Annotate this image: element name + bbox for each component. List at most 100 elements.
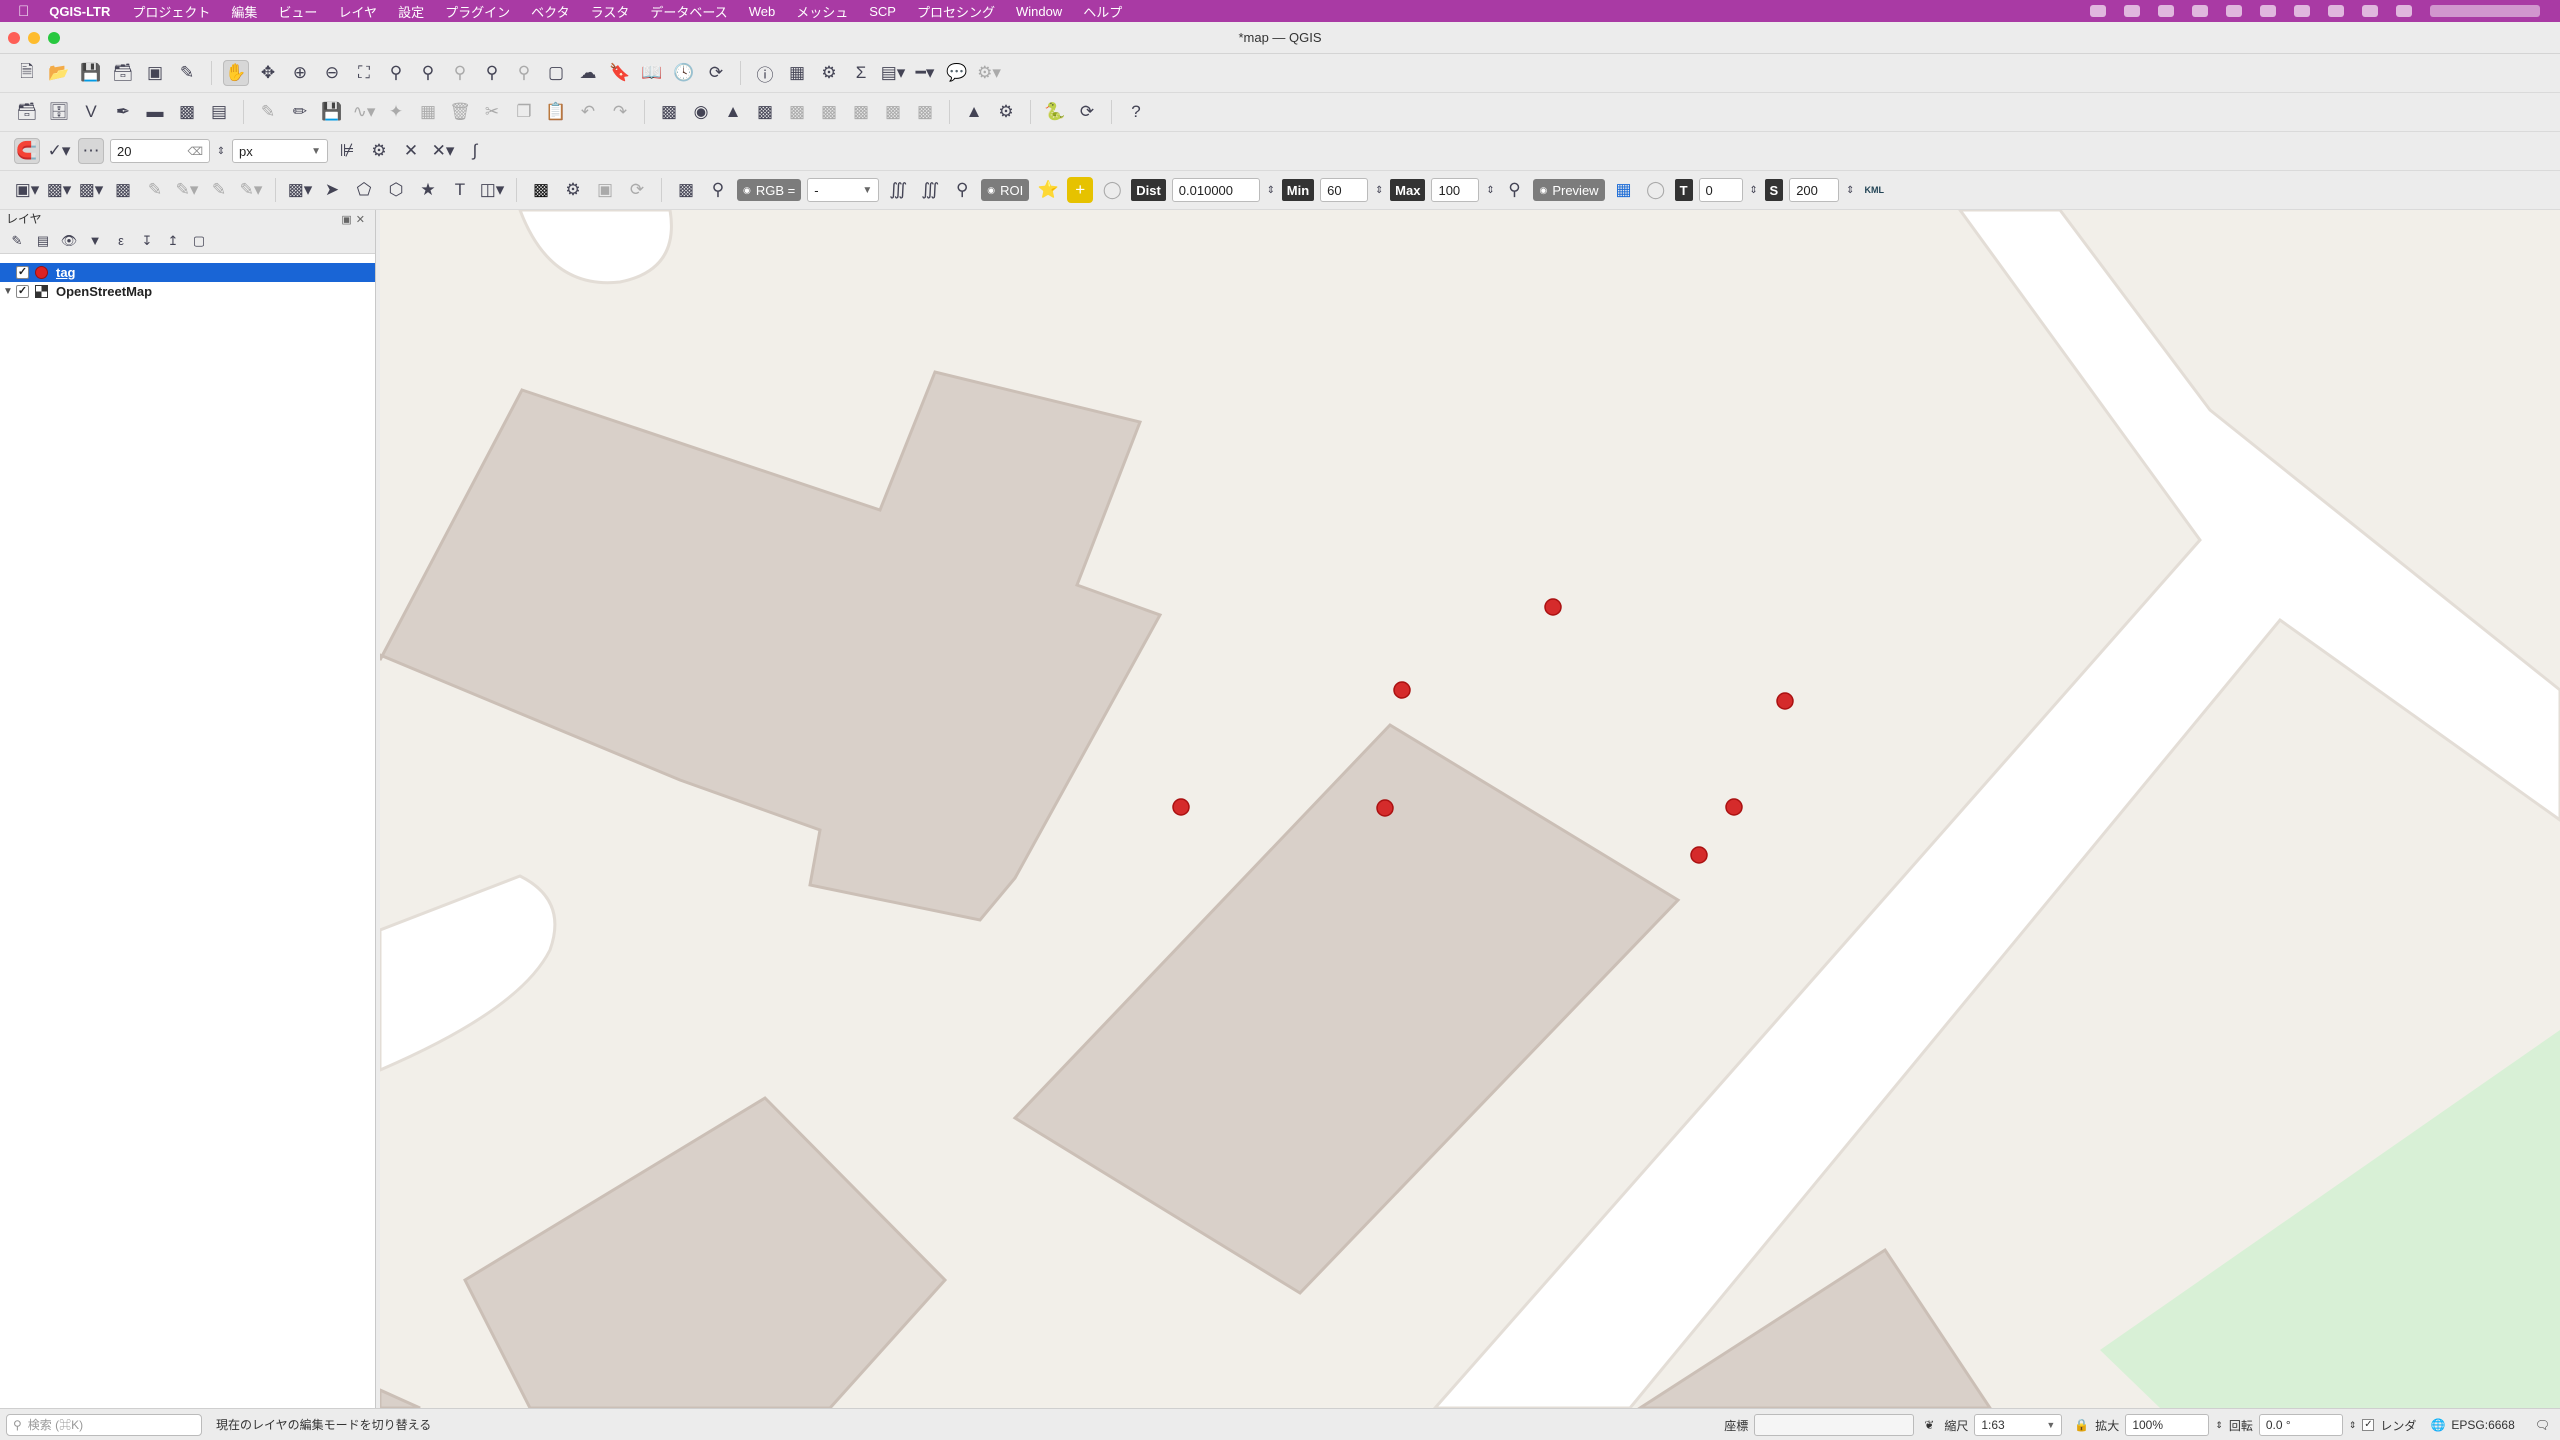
snapping-mode-icon[interactable]: ✓▾ xyxy=(46,138,72,164)
locator-search-input[interactable]: ⚲ 検索 (⌘K) xyxy=(6,1413,202,1436)
magnifier-field[interactable]: 100% xyxy=(2125,1414,2210,1436)
menu-edit[interactable]: 編集 xyxy=(231,2,257,21)
tolerance-unit-select[interactable]: px ▼ xyxy=(232,139,328,163)
copy-features-icon[interactable]: ❐ xyxy=(511,99,537,125)
zoom-next-icon[interactable]: ⚲ xyxy=(511,60,537,86)
new-shapefile-icon[interactable]: V xyxy=(78,99,104,125)
data-source-manager-icon[interactable]: 🗃 xyxy=(14,99,40,125)
tolerance-input[interactable]: 20 ⌫ xyxy=(110,139,210,163)
zoom-in-icon[interactable]: ⊕ xyxy=(287,60,313,86)
label-options-icon[interactable]: ▩ xyxy=(912,99,938,125)
annotation-text-icon[interactable]: T xyxy=(447,177,473,203)
menu-database[interactable]: データベース xyxy=(650,2,727,21)
processing-options-icon[interactable]: ⚙▾ xyxy=(976,60,1002,86)
temporal-controller-icon[interactable]: 🕓 xyxy=(671,60,697,86)
pin-labels-icon[interactable]: ▲ xyxy=(720,99,746,125)
self-snapping-icon[interactable]: ✕ xyxy=(398,138,424,164)
status-icon[interactable] xyxy=(2192,5,2208,17)
statistics-icon[interactable]: Σ xyxy=(848,60,874,86)
menu-scp[interactable]: SCP xyxy=(869,4,896,19)
merge-icon[interactable]: ✎▾ xyxy=(238,177,264,203)
scale-field[interactable]: 1:63 ▼ xyxy=(1974,1414,2063,1436)
toggle-editing-icon[interactable]: ✏ xyxy=(287,99,313,125)
new-project-icon[interactable]: 🗎 xyxy=(14,60,40,86)
refresh-icon[interactable]: ⟳ xyxy=(703,60,729,86)
stepper-icon[interactable]: ⇕ xyxy=(1749,177,1759,203)
snap-options-icon[interactable]: ∫ xyxy=(462,138,488,164)
expand-all-icon[interactable]: ↧ xyxy=(138,232,156,250)
scp-zoom-image-icon[interactable]: ⚲ xyxy=(705,177,731,203)
clear-icon[interactable]: ⌫ xyxy=(187,145,203,158)
zoom-window-button[interactable] xyxy=(48,32,60,44)
preview-toggle[interactable]: ◉ Preview xyxy=(1533,179,1605,201)
stepper-icon[interactable]: ⇕ xyxy=(1266,177,1276,203)
layer-visibility-checkbox[interactable]: ✓ xyxy=(16,266,29,279)
current-edits-icon[interactable]: ✎ xyxy=(255,99,281,125)
menu-help[interactable]: ヘルプ xyxy=(1083,2,1122,21)
filter-legend-icon[interactable]: ▼ xyxy=(86,232,104,250)
paste-features-icon[interactable]: 📋 xyxy=(543,99,569,125)
save-project-icon[interactable]: 💾 xyxy=(78,60,104,86)
zoom-full-icon[interactable]: ⛶ xyxy=(351,60,377,86)
stepper-icon[interactable]: ⇕ xyxy=(1485,177,1495,203)
bookmark-icon[interactable]: 🔖 xyxy=(607,60,633,86)
scp-refresh-icon[interactable]: ⟳ xyxy=(624,177,650,203)
control-center-icon[interactable] xyxy=(2396,5,2412,17)
zoom-out-icon[interactable]: ⊖ xyxy=(319,60,345,86)
scp-input-image-icon[interactable]: ▩ xyxy=(673,177,699,203)
menu-settings[interactable]: 設定 xyxy=(398,2,424,21)
zoom-native-icon[interactable]: ⚲ xyxy=(447,60,473,86)
plugin-reloader-icon[interactable]: ⟳ xyxy=(1074,99,1100,125)
annotation-line-icon[interactable]: ⬡ xyxy=(383,177,409,203)
collapse-all-icon[interactable]: ↥ xyxy=(164,232,182,250)
status-icon[interactable] xyxy=(2260,5,2276,17)
scp-roi-pointer-icon[interactable]: ⭐ xyxy=(1035,177,1061,203)
tracing-icon[interactable]: ✕▾ xyxy=(430,138,456,164)
min-input[interactable]: 60 xyxy=(1320,178,1369,202)
status-icon[interactable] xyxy=(2124,5,2140,17)
stepper-icon[interactable]: ⇕ xyxy=(1845,177,1855,203)
stepper-icon[interactable]: ⇕ xyxy=(1374,177,1384,203)
clock[interactable] xyxy=(2430,5,2540,17)
scp-redo-roi-icon[interactable]: ◯ xyxy=(1099,177,1125,203)
rotate-label-icon[interactable]: ▩ xyxy=(816,99,842,125)
t-input[interactable]: 0 xyxy=(1698,178,1743,202)
edit-selected-icon[interactable]: ✎ xyxy=(142,177,168,203)
snap-to-icon[interactable]: ⋯ xyxy=(78,138,104,164)
plugin-icon[interactable]: ⚙ xyxy=(993,99,1019,125)
diagram-tool-icon[interactable]: ◉ xyxy=(688,99,714,125)
rotation-field[interactable]: 0.0 ° xyxy=(2258,1414,2343,1436)
scp-roi-multiple-icon[interactable]: ∭ xyxy=(917,177,943,203)
zoom-last-icon[interactable]: ⚲ xyxy=(479,60,505,86)
messages-icon[interactable]: 🗨 xyxy=(2535,1418,2550,1432)
dist-input[interactable]: 0.010000 xyxy=(1171,178,1260,202)
scp-add-roi-icon[interactable]: + xyxy=(1067,177,1094,203)
text-annotation-icon[interactable]: ◫▾ xyxy=(479,177,505,203)
georeferencer-icon[interactable]: ▲ xyxy=(961,99,987,125)
pan-map-icon[interactable]: ✋ xyxy=(223,60,249,86)
show-bookmarks-icon[interactable]: 📖 xyxy=(639,60,665,86)
menu-web[interactable]: Web xyxy=(749,4,776,19)
scp-classification-icon[interactable]: ▦ xyxy=(1611,177,1637,203)
scp-settings-icon[interactable]: ⚙ xyxy=(560,177,586,203)
coordinate-field[interactable] xyxy=(1754,1414,1915,1436)
scp-zoom-preview-icon[interactable]: ⚲ xyxy=(1501,177,1527,203)
map-tips-icon[interactable]: 💬 xyxy=(944,60,970,86)
chevron-down-icon[interactable]: ▼ xyxy=(0,286,16,297)
panel-float-close-icon[interactable]: ▣✕ xyxy=(341,211,369,229)
cut-features-icon[interactable]: ✂ xyxy=(479,99,505,125)
layer-row-openstreetmap[interactable]: ▼ ✓ OpenStreetMap xyxy=(0,282,375,301)
scp-zoom-icon[interactable]: ▣ xyxy=(592,177,618,203)
highlight-labels-icon[interactable]: ▩ xyxy=(752,99,778,125)
open-project-icon[interactable]: 📂 xyxy=(46,60,72,86)
layer-visibility-checkbox[interactable]: ✓ xyxy=(16,285,29,298)
apple-icon[interactable]:  xyxy=(18,3,29,20)
stepper-icon[interactable]: ⇕ xyxy=(2215,1420,2223,1431)
map-canvas[interactable] xyxy=(380,210,2560,1408)
scp-zoom-roi-icon[interactable]: ⚲ xyxy=(949,177,975,203)
new-temp-layer-icon[interactable]: ✒ xyxy=(110,99,136,125)
filter-expression-icon[interactable]: ε xyxy=(112,232,130,250)
menu-project[interactable]: プロジェクト xyxy=(132,2,210,21)
reshape-icon[interactable]: ✎▾ xyxy=(174,177,200,203)
vertex-tool-icon[interactable]: ✦ xyxy=(383,99,409,125)
